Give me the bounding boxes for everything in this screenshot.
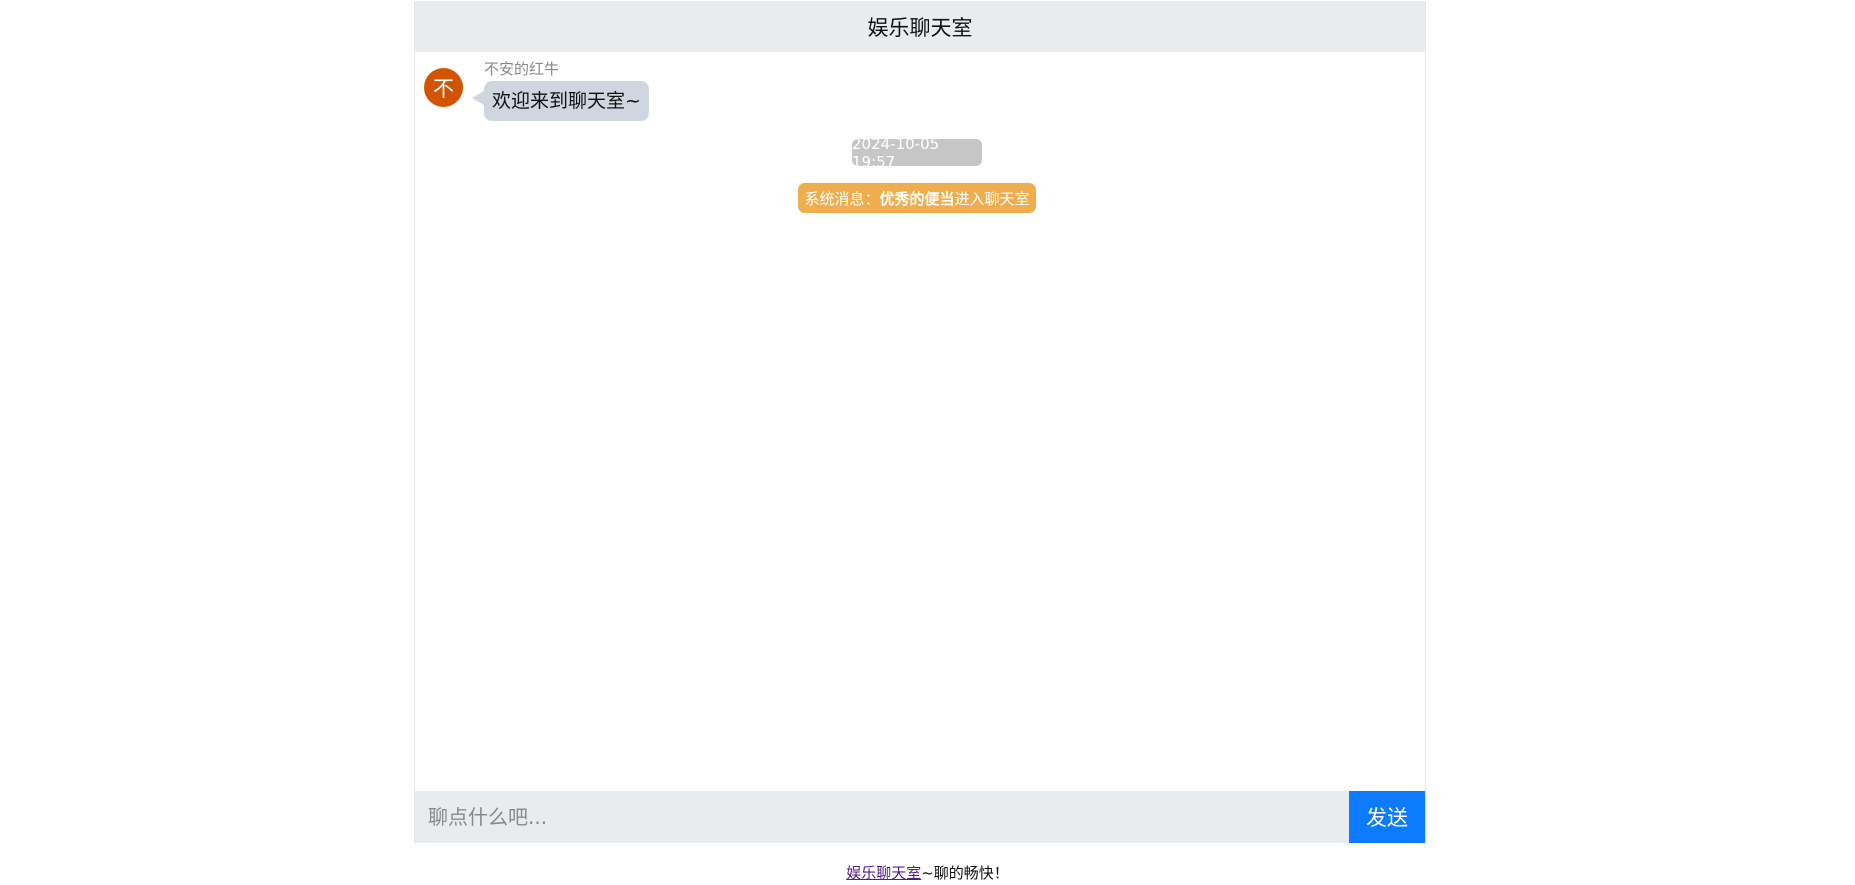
system-message-prefix: 系统消息： — [804, 189, 880, 208]
footer: 娱乐聊天室~聊的畅快！ — [0, 862, 1855, 883]
message-area[interactable]: 不 不安的红牛 欢迎来到聊天室~ 2024-10-05 19:57 系统消息：优… — [415, 52, 1425, 792]
chat-window: 娱乐聊天室 不 不安的红牛 欢迎来到聊天室~ 2024-10-05 19:57 … — [414, 1, 1426, 843]
footer-tagline: ~聊的畅快！ — [921, 864, 1009, 882]
chat-message: 不 不安的红牛 欢迎来到聊天室~ — [424, 60, 649, 121]
chat-input[interactable] — [415, 791, 1351, 843]
system-message-suffix: 进入聊天室 — [954, 189, 1030, 208]
system-message-username: 优秀的便当 — [879, 189, 955, 208]
footer-home-link[interactable]: 娱乐聊天室 — [846, 864, 921, 882]
avatar-initial: 不 — [433, 76, 454, 101]
message-username: 不安的红牛 — [484, 60, 560, 78]
avatar[interactable]: 不 — [424, 68, 463, 107]
timestamp-badge: 2024-10-05 19:57 — [852, 135, 982, 171]
input-bar: 发送 — [415, 791, 1425, 843]
send-button[interactable]: 发送 — [1349, 791, 1425, 843]
system-message-badge: 系统消息： 优秀的便当 进入聊天室 — [798, 183, 1036, 213]
message-content: 不安的红牛 欢迎来到聊天室~ — [472, 60, 649, 121]
chat-header: 娱乐聊天室 — [415, 1, 1425, 52]
message-bubble: 欢迎来到聊天室~ — [472, 81, 649, 121]
chat-room-title: 娱乐聊天室 — [867, 15, 973, 40]
